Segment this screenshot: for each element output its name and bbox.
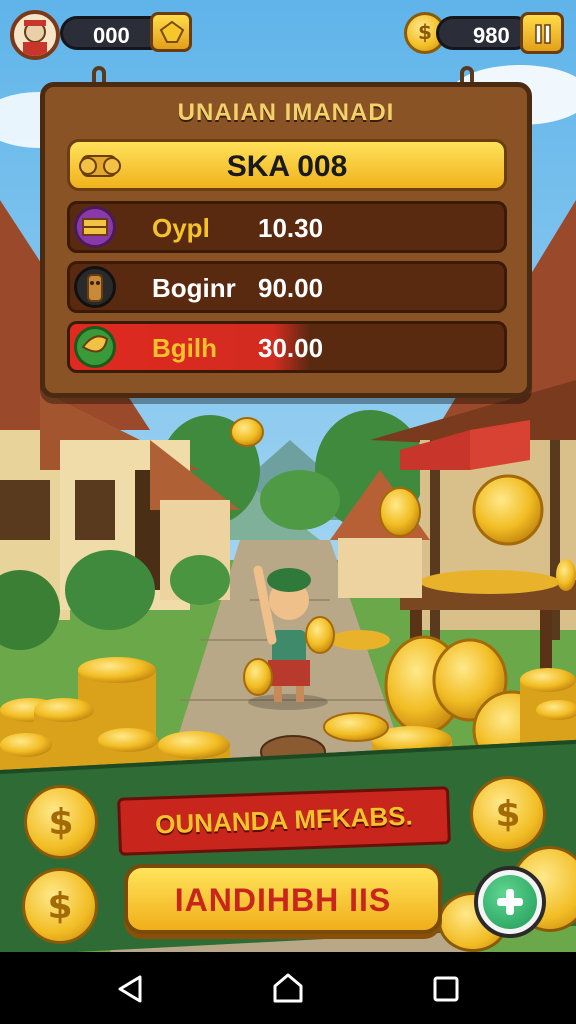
main-action-label: IANDIHBH IIS (174, 882, 392, 918)
pause-button[interactable] (520, 12, 564, 54)
main-action-button[interactable]: IANDIHBH IIS (124, 864, 442, 934)
list-item[interactable]: Bgilh 30.00 (67, 321, 507, 373)
coin-decoration: $ (24, 785, 98, 859)
coin-decoration: $ (470, 776, 546, 852)
plus-button[interactable] (474, 866, 546, 938)
home-icon[interactable] (272, 972, 304, 1008)
row-value: 90.00 (258, 273, 324, 303)
plus-icon (494, 886, 526, 922)
dollar-coin-icon: $ (47, 886, 73, 927)
row-label: Oypl (152, 213, 210, 243)
dollar-coin-icon: $ (48, 802, 74, 843)
list-item[interactable]: Oypl 10.30 (67, 201, 507, 253)
panel-title: UNAIAN IMANADI (177, 99, 395, 126)
gold-gem-icon (159, 20, 185, 48)
recents-square-icon[interactable] (432, 975, 460, 1007)
leaf-icon (74, 326, 116, 368)
gem-shop-button[interactable] (150, 12, 192, 52)
right-counter-value: 980 (473, 23, 510, 48)
pause-icon (535, 24, 551, 48)
ribbon-banner: OUNANDA MFKABS. (117, 786, 451, 856)
totem-icon (74, 266, 116, 308)
avatar[interactable] (10, 10, 60, 60)
highlight-banner[interactable]: SKA 008 (67, 139, 507, 191)
dollar-coin-icon: $ (495, 794, 521, 835)
row-label: Boginr (152, 273, 236, 303)
row-value: 30.00 (258, 333, 324, 363)
game-scene: 000 $ 980 UNAIAN IMANADI SKA 008 Oypl 10… (0, 0, 576, 952)
avatar-portrait-icon (14, 14, 56, 56)
left-counter-value: 000 (93, 23, 130, 48)
back-triangle-icon[interactable] (116, 974, 144, 1008)
coin-decoration: $ (22, 868, 98, 944)
right-counter-pill: 980 (436, 16, 532, 50)
banner-text: SKA 008 (226, 150, 348, 183)
plus-button-inner (483, 875, 537, 929)
leaderboard-panel: UNAIAN IMANADI SKA 008 Oypl 10.30 Boginr… (40, 82, 532, 398)
list-item[interactable]: Boginr 90.00 (67, 261, 507, 313)
system-nav-bar (0, 952, 576, 1024)
crate-icon (74, 206, 116, 248)
ribbon-text: OUNANDA MFKABS. (154, 800, 414, 840)
row-label: Bgilh (152, 333, 217, 363)
row-value: 10.30 (258, 213, 324, 243)
